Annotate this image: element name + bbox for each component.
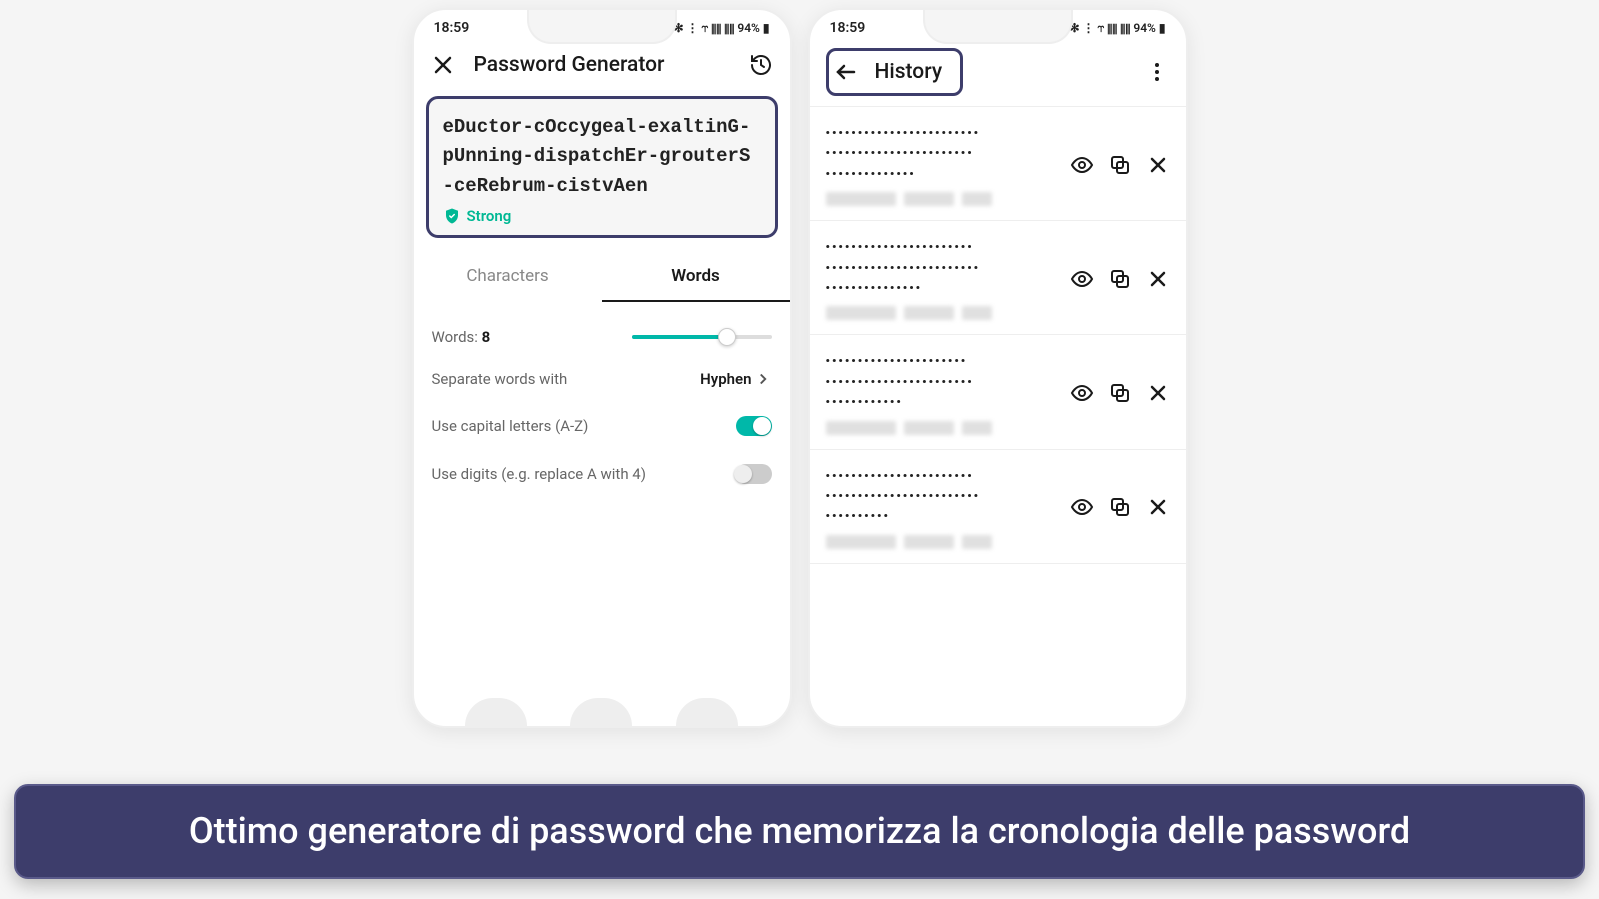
digits-row: Use digits (e.g. replace A with 4) xyxy=(432,450,772,498)
history-item: ••••••••••••••••••••••••••••••••••••••••… xyxy=(810,450,1186,564)
status-time: 18:59 xyxy=(830,20,866,36)
action-buttons-partial xyxy=(414,698,790,726)
eye-icon[interactable] xyxy=(1070,380,1094,406)
history-header: History xyxy=(810,42,1186,106)
generated-password[interactable]: eDuctor-cOccygeal-exaltinG-pUnning-dispa… xyxy=(443,113,761,201)
separator-value: Hyphen xyxy=(700,370,771,388)
capital-label: Use capital letters (A-Z) xyxy=(432,417,589,435)
words-label: Words: 8 xyxy=(432,328,491,346)
copy-icon[interactable] xyxy=(1108,494,1132,520)
notch xyxy=(527,8,677,44)
masked-line: •••••••••••••••••••••••• xyxy=(826,258,1060,278)
tab-characters[interactable]: Characters xyxy=(414,252,602,302)
eye-icon[interactable] xyxy=(1070,494,1094,520)
masked-line: ••••••••••••••••••••••• xyxy=(826,466,1060,486)
tab-words[interactable]: Words xyxy=(602,252,790,302)
status-icons: ✻ ⋮ ⥾ ⫴⫴ ⫴⫴ 94% ▮ xyxy=(673,21,769,36)
phone-generator: 18:59 ✻ ⋮ ⥾ ⫴⫴ ⫴⫴ 94% ▮ Password Generat… xyxy=(412,8,792,728)
history-title: History xyxy=(875,60,943,84)
action-circle[interactable] xyxy=(465,698,527,726)
status-time: 18:59 xyxy=(434,20,470,36)
more-icon[interactable] xyxy=(1144,59,1170,85)
shield-icon xyxy=(443,207,461,225)
masked-line: ••••••••••••••• xyxy=(826,278,1060,298)
delete-icon[interactable] xyxy=(1146,266,1170,292)
masked-line: •••••••••• xyxy=(826,506,1060,526)
separator-label: Separate words with xyxy=(432,370,568,388)
delete-icon[interactable] xyxy=(1146,494,1170,520)
action-circle[interactable] xyxy=(676,698,738,726)
history-item-actions xyxy=(1070,380,1170,406)
digits-label: Use digits (e.g. replace A with 4) xyxy=(432,465,646,483)
copy-icon[interactable] xyxy=(1108,152,1132,178)
history-password: ••••••••••••••••••••••••••••••••••••••••… xyxy=(826,123,1060,206)
close-icon[interactable] xyxy=(430,52,456,78)
history-item-actions xyxy=(1070,266,1170,292)
history-icon[interactable] xyxy=(748,52,774,78)
delete-icon[interactable] xyxy=(1146,152,1170,178)
history-list: ••••••••••••••••••••••••••••••••••••••••… xyxy=(810,106,1186,564)
blurred-metadata xyxy=(826,535,1060,549)
chevron-right-icon xyxy=(754,370,772,388)
history-item: ••••••••••••••••••••••••••••••••••••••••… xyxy=(810,107,1186,221)
password-card: eDuctor-cOccygeal-exaltinG-pUnning-dispa… xyxy=(426,96,778,238)
generator-tabs: Characters Words xyxy=(414,252,790,302)
masked-line: •••••••••••••••••••••• xyxy=(826,351,1060,371)
copy-icon[interactable] xyxy=(1108,380,1132,406)
history-password: ••••••••••••••••••••••••••••••••••••••••… xyxy=(826,466,1060,549)
history-item-actions xyxy=(1070,494,1170,520)
history-password: ••••••••••••••••••••••••••••••••••••••••… xyxy=(826,237,1060,320)
history-password: ••••••••••••••••••••••••••••••••••••••••… xyxy=(826,351,1060,434)
eye-icon[interactable] xyxy=(1070,266,1094,292)
blurred-metadata xyxy=(826,192,1060,206)
words-count-row: Words: 8 xyxy=(432,320,772,356)
masked-line: •••••••••••••••••••••••• xyxy=(826,486,1060,506)
capital-row: Use capital letters (A-Z) xyxy=(432,402,772,450)
capital-toggle[interactable] xyxy=(736,416,772,436)
copy-icon[interactable] xyxy=(1108,266,1132,292)
history-item: ••••••••••••••••••••••••••••••••••••••••… xyxy=(810,221,1186,335)
masked-line: ••••••••••••••••••••••• xyxy=(826,143,1060,163)
digits-toggle[interactable] xyxy=(736,464,772,484)
history-title-group: History xyxy=(826,48,964,96)
blurred-metadata xyxy=(826,421,1060,435)
status-icons: ✻ ⋮ ⥾ ⫴⫴ ⫴⫴ 94% ▮ xyxy=(1069,21,1165,36)
masked-line: ••••••••••••••••••••••• xyxy=(826,237,1060,257)
generator-settings: Words: 8 Separate words with Hyphen Use … xyxy=(414,302,790,498)
action-circle[interactable] xyxy=(570,698,632,726)
delete-icon[interactable] xyxy=(1146,380,1170,406)
masked-line: •••••••••••• xyxy=(826,392,1060,412)
caption-banner: Ottimo generatore di password che memori… xyxy=(14,784,1585,879)
back-icon[interactable] xyxy=(833,59,859,85)
masked-line: ••••••••••••••••••••••• xyxy=(826,372,1060,392)
blurred-metadata xyxy=(826,306,1060,320)
words-slider[interactable] xyxy=(632,335,772,339)
generator-header: Password Generator xyxy=(414,42,790,92)
masked-line: •••••••••••••• xyxy=(826,164,1060,184)
generator-title: Password Generator xyxy=(474,53,730,77)
separator-row[interactable]: Separate words with Hyphen xyxy=(432,356,772,402)
notch xyxy=(923,8,1073,44)
strength-label: Strong xyxy=(467,207,512,225)
masked-line: •••••••••••••••••••••••• xyxy=(826,123,1060,143)
phone-history: 18:59 ✻ ⋮ ⥾ ⫴⫴ ⫴⫴ 94% ▮ History ••••••••… xyxy=(808,8,1188,728)
history-item: ••••••••••••••••••••••••••••••••••••••••… xyxy=(810,335,1186,449)
eye-icon[interactable] xyxy=(1070,152,1094,178)
history-item-actions xyxy=(1070,152,1170,178)
strength-indicator: Strong xyxy=(443,207,761,225)
